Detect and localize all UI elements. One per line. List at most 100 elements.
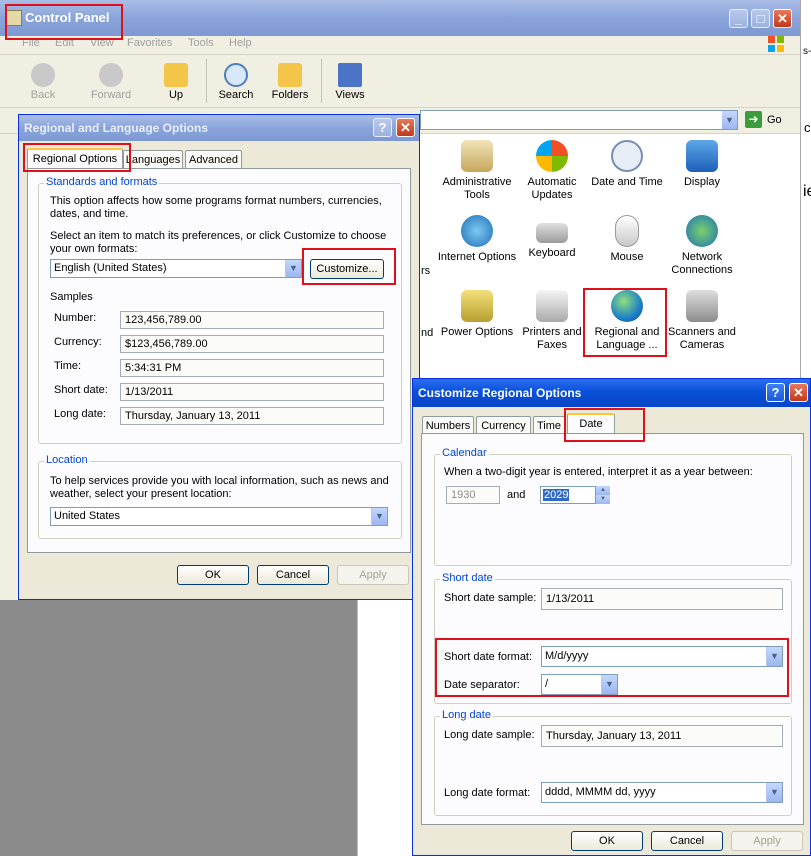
windows-logo-icon: [766, 34, 786, 54]
back-button[interactable]: Back: [22, 63, 64, 101]
power-options-icon: [461, 290, 493, 322]
cp-automatic-updates[interactable]: Automatic Updates: [512, 140, 592, 202]
close-button[interactable]: ✕: [773, 9, 792, 28]
cp-internet-options[interactable]: Internet Options: [437, 215, 517, 264]
short-date-sample-value: 1/13/2011: [541, 588, 783, 610]
cp-label: Power Options: [440, 326, 514, 338]
end-year-spinner[interactable]: 2029: [540, 486, 596, 504]
forward-label: Forward: [90, 89, 132, 101]
views-label: Views: [335, 89, 365, 101]
mouse-icon: [615, 215, 639, 247]
highlight-control-panel-title: [5, 4, 123, 40]
chevron-down-icon[interactable]: ▼: [371, 508, 387, 525]
cp-mouse[interactable]: Mouse: [587, 215, 667, 264]
long-date-format-select[interactable]: dddd, MMMM dd, yyyy ▼: [541, 782, 783, 803]
cp-label: Printers and Faxes: [522, 326, 582, 351]
tab-time[interactable]: Time: [533, 416, 565, 434]
regional-dialog: Regional and Language Options ? ✕ Region…: [18, 114, 420, 600]
go-label[interactable]: Go: [767, 114, 782, 126]
cp-label: Display: [683, 176, 721, 188]
and-label: and: [507, 489, 526, 501]
location-select[interactable]: United States ▼: [50, 507, 388, 526]
tab-advanced[interactable]: Advanced: [185, 150, 242, 169]
menu-tools[interactable]: Tools: [188, 37, 214, 49]
cp-date-time[interactable]: Date and Time: [587, 140, 667, 189]
cp-network-connections[interactable]: Network Connections: [662, 215, 742, 277]
partial-label-nd: nd: [421, 327, 434, 339]
folders-icon: [278, 63, 302, 87]
regional-apply-button[interactable]: Apply: [337, 565, 409, 585]
cp-label: Internet Options: [437, 251, 517, 263]
up-button[interactable]: Up: [158, 63, 194, 101]
cp-scanners-cameras[interactable]: Scanners and Cameras: [662, 290, 742, 352]
long-date-format-value: dddd, MMMM dd, yyyy: [545, 786, 656, 798]
up-folder-icon: [164, 63, 188, 87]
location-group-label: Location: [44, 454, 90, 466]
cp-administrative-tools[interactable]: Administrative Tools: [437, 140, 517, 202]
up-label: Up: [168, 89, 184, 101]
go-arrow-icon[interactable]: ➜: [745, 111, 762, 128]
scanner-camera-icon: [686, 290, 718, 322]
tab-languages[interactable]: Languages: [123, 150, 183, 169]
long-date-format-label: Long date format:: [444, 787, 531, 799]
sample-currency-label: Currency:: [54, 336, 102, 348]
customize-ok-button[interactable]: OK: [571, 831, 643, 851]
regional-dialog-title: Regional and Language Options: [24, 121, 209, 135]
regional-cancel-button[interactable]: Cancel: [257, 565, 329, 585]
regional-ok-button[interactable]: OK: [177, 565, 249, 585]
highlight-date-tab: [564, 408, 645, 442]
cp-display[interactable]: Display: [662, 140, 742, 189]
chevron-down-icon[interactable]: ▼: [285, 260, 301, 277]
customize-close-button[interactable]: ✕: [789, 383, 808, 402]
customize-dialog: Customize Regional Options ? ✕ Numbers C…: [412, 378, 811, 856]
regional-dialog-titlebar[interactable]: Regional and Language Options ? ✕: [19, 115, 419, 141]
location-select-value: United States: [54, 510, 121, 522]
menu-help[interactable]: Help: [229, 37, 252, 49]
sample-number-label: Number:: [54, 312, 97, 324]
regional-tab-panel: Standards and formats This option affect…: [27, 168, 411, 553]
sample-time-value: 5:34:31 PM: [120, 359, 384, 377]
sample-number-value: 123,456,789.00: [120, 311, 384, 329]
language-select-value: English (United States): [54, 262, 167, 274]
spinner-down-icon[interactable]: ▼: [596, 495, 610, 504]
highlight-customize-button: [302, 248, 396, 285]
address-dropdown-icon[interactable]: ▼: [722, 111, 737, 129]
display-icon: [686, 140, 718, 172]
background-document: [357, 600, 413, 856]
tab-numbers[interactable]: Numbers: [422, 416, 474, 434]
maximize-button[interactable]: □: [751, 9, 770, 28]
help-button[interactable]: ?: [766, 383, 785, 402]
partial-label-rs: rs: [421, 265, 431, 277]
minimize-button[interactable]: _: [729, 9, 748, 28]
regional-close-button[interactable]: ✕: [396, 118, 415, 137]
forward-arrow-icon: [99, 63, 123, 87]
edge-text-2: c: [804, 120, 811, 135]
customize-apply-button[interactable]: Apply: [731, 831, 803, 851]
automatic-updates-icon: [536, 140, 568, 172]
search-button[interactable]: Search: [215, 63, 257, 101]
cp-power-options[interactable]: Power Options: [437, 290, 517, 339]
date-time-icon: [611, 140, 643, 172]
cp-printers-faxes[interactable]: Printers and Faxes: [512, 290, 592, 352]
cp-label: Administrative Tools: [442, 176, 512, 201]
spinner-up-icon[interactable]: ▲: [596, 486, 610, 495]
language-select[interactable]: English (United States) ▼: [50, 259, 302, 278]
long-date-group-label: Long date: [440, 709, 493, 721]
menu-favorites[interactable]: Favorites: [127, 37, 172, 49]
customize-cancel-button[interactable]: Cancel: [651, 831, 723, 851]
internet-options-icon: [461, 215, 493, 247]
sample-long-date-label: Long date:: [54, 408, 106, 420]
views-button[interactable]: Views: [330, 63, 370, 101]
highlight-short-date-format: [435, 638, 789, 697]
chevron-down-icon[interactable]: ▼: [766, 783, 782, 802]
tab-currency[interactable]: Currency: [476, 416, 531, 434]
forward-button[interactable]: Forward: [88, 63, 134, 101]
sample-currency-value: $123,456,789.00: [120, 335, 384, 353]
cp-label: Mouse: [610, 251, 644, 263]
customize-dialog-titlebar[interactable]: Customize Regional Options ? ✕: [413, 379, 810, 407]
help-button[interactable]: ?: [373, 118, 392, 137]
address-input[interactable]: [420, 110, 738, 130]
cp-keyboard[interactable]: Keyboard: [512, 215, 592, 260]
end-year-value: 2029: [543, 489, 570, 501]
folders-button[interactable]: Folders: [268, 63, 312, 101]
